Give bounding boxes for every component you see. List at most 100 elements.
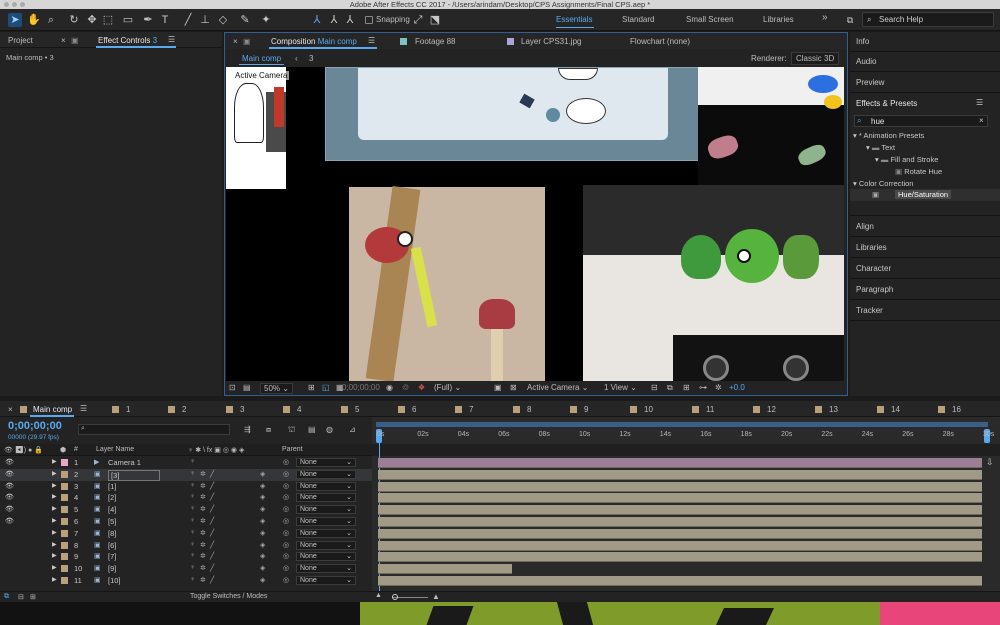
pick-whip-icon[interactable]: ◎ — [283, 517, 289, 525]
quality-switch-icon[interactable]: ╱ — [210, 541, 214, 549]
toggle-switches-modes[interactable]: Toggle Switches / Modes — [190, 593, 267, 600]
parent-select[interactable]: None ⌄ — [296, 564, 356, 574]
collapse-switch-icon[interactable]: ✲ — [200, 482, 206, 490]
camera-tool-icon[interactable]: ✥ — [85, 13, 99, 27]
snap-option-icon[interactable]: ⤢ — [411, 13, 425, 27]
roto-brush-tool-icon[interactable]: ✎ — [238, 13, 252, 27]
expand-arrow-icon[interactable]: ▶ — [52, 552, 57, 559]
layer-switches-pane-icon[interactable]: ⧉ — [4, 593, 9, 601]
tab-main-comp[interactable]: Main comp — [33, 405, 72, 414]
flowchart-icon[interactable]: ⊶ — [699, 383, 707, 392]
draft-3d-icon[interactable]: ⧉ — [667, 383, 673, 393]
pick-whip-icon[interactable]: ◎ — [283, 482, 289, 490]
3d-layer-icon[interactable]: ◈ — [260, 541, 265, 549]
tab-close-icon[interactable]: × — [233, 37, 238, 46]
shy-switch-icon[interactable]: ♀ — [190, 493, 195, 500]
align-panel-header[interactable]: Align — [856, 222, 874, 231]
breadcrumb-child[interactable]: 3 — [309, 54, 313, 63]
3d-layer-icon[interactable]: ◈ — [260, 552, 265, 560]
collapse-switch-icon[interactable]: ✲ — [200, 493, 206, 501]
3d-layer-icon[interactable]: ◈ — [260, 505, 265, 513]
libraries-panel-header[interactable]: Libraries — [856, 243, 887, 252]
tree-rotate-hue-preset[interactable]: ▣ Rotate Hue — [895, 167, 942, 176]
zoom-slider-handle[interactable] — [392, 594, 398, 600]
magnification-select[interactable]: 50% ⌄ — [260, 383, 293, 394]
resolution-select[interactable]: (Full) ⌄ — [434, 383, 461, 392]
parent-select[interactable]: None ⌄ — [296, 540, 356, 550]
layer-duration-bar[interactable] — [378, 458, 982, 468]
pick-whip-icon[interactable]: ◎ — [283, 470, 289, 478]
view-axis-mode-icon[interactable]: ⅄ — [343, 13, 357, 27]
lock-icon[interactable]: ▣ — [243, 37, 251, 46]
tab-footage[interactable]: Footage 88 — [415, 37, 455, 46]
view-layout-select[interactable]: 1 View ⌄ — [604, 383, 637, 392]
shy-switch-icon[interactable]: ♀ — [190, 552, 195, 559]
local-axis-mode-icon[interactable]: ⅄ — [310, 13, 324, 27]
fast-previews-icon[interactable]: ▣ — [494, 383, 502, 392]
shy-switch-icon[interactable]: ♀ — [190, 458, 195, 465]
tab-comp-7[interactable]: 7 — [469, 405, 473, 414]
layer-row[interactable]: ▶ 7 ▣ [8] ♀ ✲ ╱ ◈ ◎ None ⌄ — [0, 528, 372, 540]
timecode-readout[interactable]: 0;00;00;00 — [342, 383, 380, 392]
layer-name[interactable]: [4] — [108, 505, 116, 514]
label-color-swatch[interactable] — [61, 565, 68, 573]
tab-flowchart[interactable]: Flowchart (none) — [630, 37, 690, 46]
world-axis-mode-icon[interactable]: ⅄ — [327, 13, 341, 27]
expand-arrow-icon[interactable]: ▶ — [52, 482, 57, 489]
shy-switch-icon[interactable]: ♀ — [190, 505, 195, 512]
tab-comp-8[interactable]: 8 — [527, 405, 531, 414]
visibility-eye-icon[interactable]: 👁 — [5, 505, 14, 513]
expand-arrow-icon[interactable]: ▶ — [52, 493, 57, 500]
3d-layer-icon[interactable]: ◈ — [260, 493, 265, 501]
quality-switch-icon[interactable]: ╱ — [210, 493, 214, 501]
expand-arrow-icon[interactable]: ▶ — [52, 529, 57, 536]
label-color-swatch[interactable] — [61, 553, 68, 561]
workspace-small-screen[interactable]: Small Screen — [686, 15, 734, 24]
breadcrumb-main-comp[interactable]: Main comp — [239, 54, 285, 65]
graph-editor-icon[interactable]: ⊿ — [349, 425, 356, 434]
snapping-checkbox[interactable] — [365, 16, 373, 24]
workspace-essentials[interactable]: Essentials — [556, 15, 592, 24]
quality-switch-icon[interactable]: ╱ — [210, 482, 214, 490]
tab-comp-2[interactable]: 2 — [182, 405, 186, 414]
tab-close-icon[interactable]: × — [8, 405, 13, 414]
expand-arrow-icon[interactable]: ▶ — [52, 458, 57, 465]
pixel-aspect-icon[interactable]: ⊟ — [651, 383, 658, 392]
tree-fill-stroke-folder[interactable]: ▾ ▬ Fill and Stroke — [875, 155, 938, 164]
layer-duration-bar[interactable] — [378, 576, 982, 586]
expand-arrow-icon[interactable]: ▶ — [52, 576, 57, 583]
expand-arrow-icon[interactable]: ▶ — [52, 505, 57, 512]
visibility-eye-icon[interactable]: 👁 — [5, 517, 14, 525]
label-color-swatch[interactable] — [61, 518, 68, 525]
tab-comp-14[interactable]: 14 — [891, 405, 900, 414]
parent-select[interactable]: None ⌄ — [296, 458, 356, 467]
selection-tool-icon[interactable]: ➤ — [8, 13, 22, 27]
tab-effect-controls[interactable]: Effect Controls 3 — [98, 36, 157, 45]
zoom-tool-icon[interactable]: ⌕ — [44, 13, 58, 27]
collapse-switch-icon[interactable]: ✲ — [200, 470, 206, 478]
sync-settings-icon[interactable]: ⧉ — [843, 13, 857, 27]
quality-switch-icon[interactable]: ╱ — [210, 517, 214, 525]
zoom-out-icon[interactable]: ▲ — [375, 592, 382, 599]
layer-name[interactable]: Camera 1 — [108, 458, 141, 467]
layer-duration-bar[interactable] — [378, 552, 982, 563]
pick-whip-icon[interactable]: ◎ — [283, 552, 289, 560]
layer-duration-bar[interactable] — [378, 517, 982, 527]
rotate-tool-icon[interactable]: ↻ — [67, 13, 81, 27]
color-channel-icon[interactable]: ❖ — [418, 383, 425, 392]
effects-presets-header[interactable]: Effects & Presets — [856, 99, 917, 108]
layer-row[interactable]: 👁 ▶ 6 ▣ [5] ♀ ✲ ╱ ◈ ◎ None ⌄ — [0, 516, 372, 528]
tab-comp-10[interactable]: 10 — [644, 405, 653, 414]
shy-switch-icon[interactable]: ♀ — [190, 541, 195, 548]
shy-switch-icon[interactable]: ♀ — [190, 529, 195, 536]
tab-comp-6[interactable]: 6 — [412, 405, 416, 414]
parent-select[interactable]: None ⌄ — [296, 552, 356, 562]
3d-view-select[interactable]: Active Camera ⌄ — [527, 383, 588, 392]
panel-menu-icon[interactable]: ☰ — [368, 36, 375, 45]
label-color-swatch[interactable] — [61, 459, 68, 466]
3d-layer-icon[interactable]: ◈ — [260, 576, 265, 584]
expand-arrow-icon[interactable]: ▶ — [52, 541, 57, 548]
layer-row[interactable]: ▶ 8 ▣ [6] ♀ ✲ ╱ ◈ ◎ None ⌄ — [0, 540, 372, 552]
panel-menu-icon[interactable]: ☰ — [80, 404, 87, 413]
tree-animation-presets[interactable]: ▾ * Animation Presets — [853, 131, 924, 140]
